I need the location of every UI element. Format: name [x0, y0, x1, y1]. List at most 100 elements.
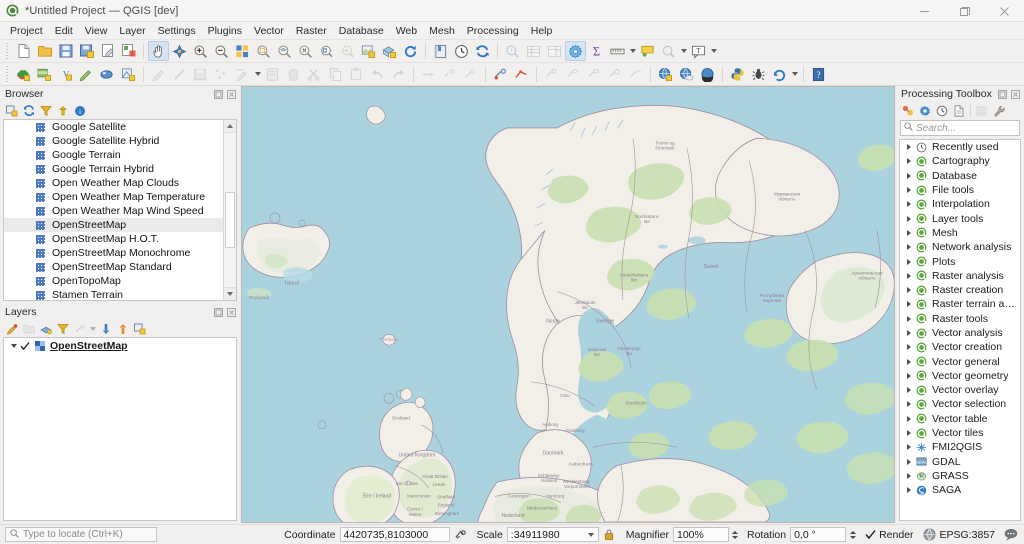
add-mesh-layer-button[interactable]: [118, 64, 139, 84]
processing-item-database[interactable]: Database: [900, 169, 1020, 183]
open-project-button[interactable]: [34, 41, 55, 61]
filter-legend-caret[interactable]: [89, 319, 97, 339]
add-selected-layers-button[interactable]: [4, 103, 20, 118]
lock-scale-icon[interactable]: [602, 527, 617, 542]
modify-attributes-button[interactable]: [232, 64, 253, 84]
add-curve-button[interactable]: [625, 64, 646, 84]
menu-database[interactable]: Database: [333, 23, 390, 39]
select-features-button[interactable]: [658, 41, 679, 61]
rotate-feature-button[interactable]: [460, 64, 481, 84]
processing-item-layer-tools[interactable]: Layer tools: [900, 211, 1020, 225]
new-map-view-button[interactable]: [358, 41, 379, 61]
chevron-down-icon[interactable]: [587, 528, 595, 541]
measure-line-button[interactable]: [607, 41, 628, 61]
maximize-button[interactable]: [944, 0, 984, 22]
processing-item-interpolation[interactable]: Interpolation: [900, 197, 1020, 211]
chevron-right-icon[interactable]: [903, 244, 915, 250]
processing-item-saga[interactable]: SAGA: [900, 483, 1020, 497]
collapse-all-button[interactable]: [115, 321, 131, 336]
chevron-right-icon[interactable]: [903, 187, 915, 193]
add-circle-button[interactable]: [541, 64, 562, 84]
chevron-right-icon[interactable]: [903, 173, 915, 179]
paste-features-button[interactable]: [346, 64, 367, 84]
menu-processing[interactable]: Processing: [461, 23, 525, 39]
edit-rendering-styles-button[interactable]: [974, 103, 990, 118]
copy-features-button[interactable]: [325, 64, 346, 84]
epsg-label[interactable]: EPSG:3857: [940, 529, 995, 541]
open-data-source-manager-button[interactable]: [13, 64, 34, 84]
history-button[interactable]: [934, 103, 950, 118]
rotation-value-field[interactable]: 0,0 °: [790, 527, 847, 542]
current-edits-button[interactable]: [148, 64, 169, 84]
browser-item-open-weather-map-wind-speed[interactable]: Open Weather Map Wind Speed: [4, 204, 236, 218]
zoom-native-resolution-button[interactable]: M: [295, 41, 316, 61]
add-raster-layer-button[interactable]: [34, 64, 55, 84]
zoom-last-button[interactable]: [316, 41, 337, 61]
refresh-map-view-button[interactable]: [400, 41, 421, 61]
processing-item-grass[interactable]: GRASS: [900, 469, 1020, 483]
rotation-stepper[interactable]: [847, 527, 858, 542]
toolbar-handle[interactable]: [4, 42, 10, 60]
processing-item-vector-analysis[interactable]: Vector analysis: [900, 326, 1020, 340]
locator-input[interactable]: Type to locate (Ctrl+K): [5, 527, 157, 542]
new-3d-map-view-button[interactable]: [379, 41, 400, 61]
remove-layer-button[interactable]: [132, 321, 148, 336]
menu-settings[interactable]: Settings: [152, 23, 202, 39]
add-rectangle-button[interactable]: [583, 64, 604, 84]
map-canvas[interactable]: Ísland Reykjavík Tórshavn Troms og Finnm…: [241, 86, 895, 523]
new-text-annotation-button[interactable]: T: [688, 41, 709, 61]
topological-editing-button[interactable]: [511, 64, 532, 84]
browser-item-open-weather-map-clouds[interactable]: Open Weather Map Clouds: [4, 176, 236, 190]
expand-all-button[interactable]: [98, 321, 114, 336]
processing-item-vector-selection[interactable]: Vector selection: [900, 397, 1020, 411]
snapping-options-button[interactable]: [490, 64, 511, 84]
results-viewer-button[interactable]: [951, 103, 967, 118]
processing-item-gdal[interactable]: GDAL GDAL: [900, 455, 1020, 469]
select-dropdown-caret[interactable]: [679, 41, 688, 61]
menu-view[interactable]: View: [79, 23, 114, 39]
processing-item-vector-tiles[interactable]: Vector tiles: [900, 426, 1020, 440]
menu-layer[interactable]: Layer: [113, 23, 151, 39]
browser-item-google-terrain[interactable]: Google Terrain: [4, 148, 236, 162]
toolbar-handle-2[interactable]: [4, 65, 10, 83]
processing-item-plots[interactable]: Plots: [900, 254, 1020, 268]
cut-features-button[interactable]: [304, 64, 325, 84]
processing-tree[interactable]: Recently used Cartography Database File …: [899, 139, 1021, 521]
browser-item-google-satellite-hybrid[interactable]: Google Satellite Hybrid: [4, 134, 236, 148]
processing-item-recently-used[interactable]: Recently used: [900, 140, 1020, 154]
browser-item-openstreetmap-standard[interactable]: OpenStreetMap Standard: [4, 260, 236, 274]
add-script-button[interactable]: [917, 103, 933, 118]
filter-legend-button[interactable]: [55, 321, 71, 336]
add-group-button[interactable]: [21, 321, 37, 336]
undock-layers-button[interactable]: [213, 307, 224, 318]
chevron-right-icon[interactable]: [903, 473, 915, 479]
processing-item-vector-table[interactable]: Vector table: [900, 412, 1020, 426]
add-delimited-text-layer-button[interactable]: [76, 64, 97, 84]
field-calculator-button[interactable]: [544, 41, 565, 61]
chevron-right-icon[interactable]: [903, 359, 915, 365]
menu-raster[interactable]: Raster: [290, 23, 333, 39]
save-project-button[interactable]: [55, 41, 76, 61]
delete-selected-button[interactable]: [283, 64, 304, 84]
manage-map-themes-button[interactable]: [38, 321, 54, 336]
processing-item-vector-geometry[interactable]: Vector geometry: [900, 369, 1020, 383]
python-console-button[interactable]: [727, 64, 748, 84]
menu-help[interactable]: Help: [525, 23, 559, 39]
browser-scroll-thumb[interactable]: [225, 192, 235, 248]
processing-item-raster-terrain-analysis[interactable]: Raster terrain analy...: [900, 297, 1020, 311]
redo-button[interactable]: [388, 64, 409, 84]
chevron-right-icon[interactable]: [903, 144, 915, 150]
chevron-right-icon[interactable]: [903, 259, 915, 265]
statistical-summary-button[interactable]: Σ: [586, 41, 607, 61]
chevron-right-icon[interactable]: [903, 330, 915, 336]
chevron-right-icon[interactable]: [903, 344, 915, 350]
zoom-in-button[interactable]: [190, 41, 211, 61]
plugin-reloader-caret[interactable]: [790, 64, 799, 84]
processing-item-vector-general[interactable]: Vector general: [900, 354, 1020, 368]
new-print-layout-button[interactable]: [97, 41, 118, 61]
open-layer-styling-panel-button[interactable]: [4, 321, 20, 336]
add-regular-polygon-button[interactable]: [604, 64, 625, 84]
browser-item-stamen-terrain[interactable]: Stamen Terrain: [4, 288, 236, 300]
zoom-to-selection-button[interactable]: [253, 41, 274, 61]
chevron-right-icon[interactable]: [903, 216, 915, 222]
